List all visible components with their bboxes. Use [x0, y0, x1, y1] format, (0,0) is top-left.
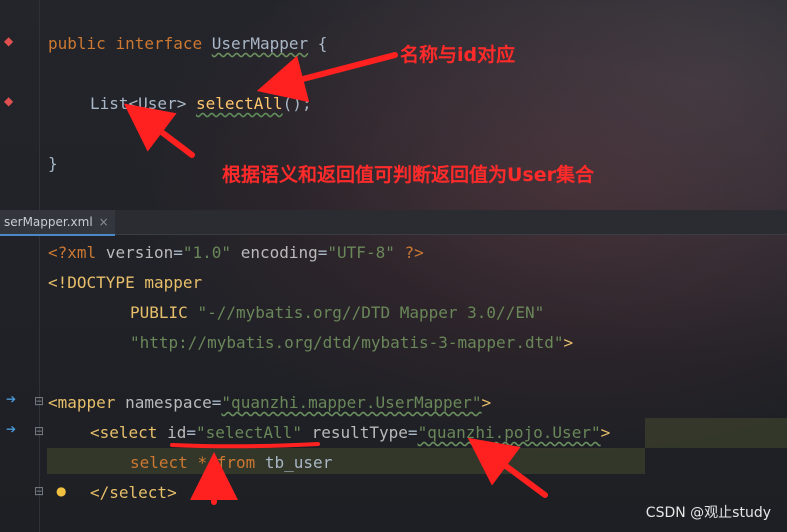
arrow-to-return-type — [123, 103, 195, 158]
annotation-overlay — [123, 52, 548, 505]
arrow-to-method — [256, 52, 398, 103]
watermark: CSDN @观止study — [645, 505, 771, 521]
id-underline — [170, 442, 320, 449]
arrow-to-result-type — [467, 437, 548, 498]
